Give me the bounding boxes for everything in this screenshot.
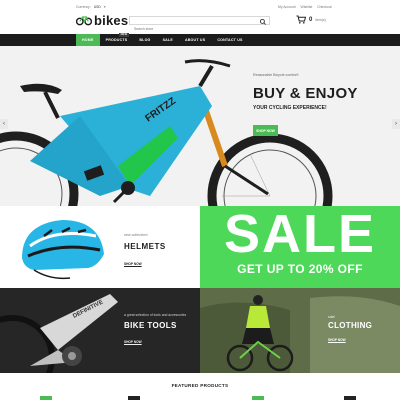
- nav-item-about-us[interactable]: ABOUT US: [179, 34, 211, 46]
- checkout-link[interactable]: Checkout: [317, 5, 331, 9]
- product-thumbnail[interactable]: [40, 396, 52, 400]
- search-box[interactable]: [129, 16, 270, 33]
- hero-tagline: Reasonable Bicycle comfort!: [253, 73, 299, 77]
- nav-item-blog[interactable]: BLOG: [133, 34, 156, 46]
- wishlist-link[interactable]: Wishlist: [301, 5, 313, 9]
- product-thumbnail[interactable]: [252, 396, 264, 400]
- bike-tools-banner[interactable]: DEFINITIVE a great selection of tools an…: [0, 288, 200, 373]
- main-navigation: HOME PRODUCTS NEW BLOG SALE ABOUT US CON…: [0, 33, 400, 46]
- helmets-tagline: new collection!: [124, 233, 148, 237]
- sale-banner[interactable]: SALE GET UP TO 20% OFF: [200, 206, 400, 288]
- my-account-link[interactable]: My Account: [278, 5, 296, 9]
- slider-prev-arrow[interactable]: ‹: [0, 119, 8, 129]
- nav-item-products[interactable]: PRODUCTS NEW: [100, 33, 134, 46]
- sale-heading: SALE: [223, 206, 377, 264]
- helmets-banner[interactable]: new collection! HELMETS SHOP NOW: [0, 206, 200, 288]
- tools-shop-link[interactable]: SHOP NOW: [124, 340, 142, 344]
- helmets-shop-link[interactable]: SHOP NOW: [124, 262, 142, 266]
- product-thumbnail[interactable]: [128, 396, 140, 400]
- mountain-bike-image: FRITZZ: [0, 59, 333, 206]
- currency-label: Currency:: [76, 5, 91, 9]
- new-badge: NEW: [118, 33, 130, 37]
- cart-label: item(s): [315, 17, 326, 22]
- tools-title: BIKE TOOLS: [124, 321, 177, 330]
- cart-button[interactable]: 0 item(s): [296, 15, 326, 24]
- nav-item-sale[interactable]: SALE: [157, 34, 179, 46]
- hero-slider: FRITZZ Reasonable Bicycle comfort! BUY &…: [0, 46, 400, 206]
- helmet-image: [22, 220, 104, 280]
- shop-now-button[interactable]: SHOP NOW: [253, 125, 278, 136]
- nav-item-contact-us[interactable]: CONTACT US: [211, 34, 248, 46]
- search-icon[interactable]: [259, 18, 267, 26]
- site-header: Currency: USD ▾ bikes My Account Wishlis…: [0, 0, 400, 34]
- sale-subheading: GET UP TO 20% OFF: [237, 262, 363, 276]
- site-logo[interactable]: bikes: [76, 12, 128, 28]
- clothing-tagline: sale!: [328, 315, 336, 319]
- featured-products-title: FEATURED PRODUCTS: [171, 383, 229, 388]
- chevron-left-icon: ‹: [3, 121, 5, 127]
- cart-count: 0: [309, 16, 313, 23]
- chevron-down-icon: ▾: [103, 5, 106, 9]
- currency-value[interactable]: USD: [94, 5, 101, 9]
- hero-subtitle: YOUR CYCLING EXPERIENCE!: [253, 105, 327, 111]
- cyclist-image: [200, 288, 400, 373]
- clothing-shop-link[interactable]: SHOP NOW: [328, 338, 346, 342]
- cart-icon: [296, 15, 306, 24]
- bike-closeup-image: DEFINITIVE: [0, 294, 118, 373]
- tools-tagline: a great selection of tools and accessori…: [124, 313, 187, 317]
- hero-title: BUY & ENJOY: [253, 85, 358, 102]
- bicycle-logo-icon: [76, 16, 92, 26]
- clothing-title: CLOTHING: [328, 321, 373, 330]
- logo-text: bikes: [94, 12, 129, 28]
- slider-next-arrow[interactable]: ›: [392, 119, 400, 129]
- chevron-right-icon: ›: [395, 121, 397, 127]
- search-input[interactable]: [130, 25, 250, 33]
- user-links: My Account Wishlist Checkout: [278, 5, 332, 9]
- product-thumbnail[interactable]: [344, 396, 356, 400]
- currency-selector[interactable]: Currency: USD ▾: [76, 5, 106, 9]
- nav-item-home[interactable]: HOME: [76, 34, 100, 46]
- featured-products-section: FEATURED PRODUCTS: [0, 373, 400, 400]
- nav-item-products-label: PRODUCTS: [105, 38, 128, 42]
- helmets-title: HELMETS: [124, 242, 166, 251]
- clothing-banner[interactable]: sale! CLOTHING SHOP NOW: [200, 288, 400, 373]
